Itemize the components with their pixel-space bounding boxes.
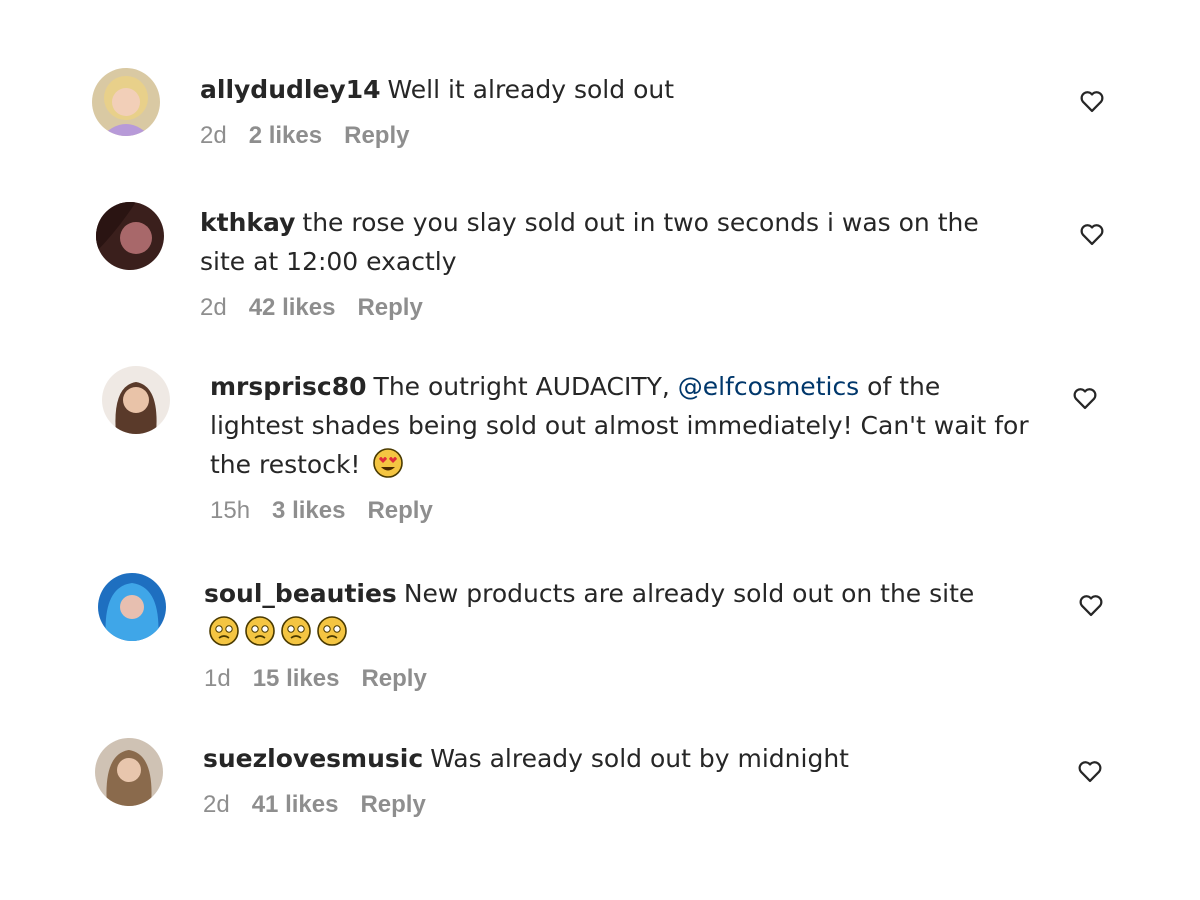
comment-time: 15h xyxy=(210,497,251,524)
comment-likes[interactable]: 2 likes xyxy=(249,122,322,149)
avatar[interactable] xyxy=(102,366,170,434)
comment-time: 2d xyxy=(200,122,227,149)
pleading-face-emoji xyxy=(208,615,240,647)
comment-likes[interactable]: 41 likes xyxy=(252,791,339,818)
reply-button[interactable]: Reply xyxy=(344,122,409,149)
heart-outline-icon[interactable] xyxy=(1078,87,1106,115)
comment-username[interactable]: kthkay xyxy=(200,208,295,237)
comment-likes[interactable]: 3 likes xyxy=(272,497,345,524)
comment-meta: 2d 41 likes Reply xyxy=(203,790,1033,820)
heart-eyes-emoji xyxy=(372,447,404,479)
avatar[interactable] xyxy=(98,573,166,641)
mention-link[interactable]: @elfcosmetics xyxy=(678,372,859,401)
comment-username[interactable]: soul_beauties xyxy=(204,579,397,608)
heart-outline-icon[interactable] xyxy=(1076,757,1104,785)
avatar[interactable] xyxy=(96,202,164,270)
comment-username[interactable]: suezlovesmusic xyxy=(203,744,423,773)
reply-button[interactable]: Reply xyxy=(367,497,432,524)
comment-body: New products are already sold out on the… xyxy=(403,579,975,608)
pleading-face-emoji xyxy=(280,615,312,647)
comment-text: suezlovesmusic Was already sold out by mi… xyxy=(203,739,1033,778)
avatar[interactable] xyxy=(92,68,160,136)
comment-meta: 2d 2 likes Reply xyxy=(200,121,1030,151)
comment-body: Was already sold out by midnight xyxy=(430,744,849,773)
comment-meta: 2d 42 likes Reply xyxy=(200,293,1030,323)
pleading-face-emoji xyxy=(244,615,276,647)
comment-text: soul_beauties New products are already so… xyxy=(204,574,1034,652)
avatar[interactable] xyxy=(95,738,163,806)
comment-text: allydudley14 Well it already sold out xyxy=(200,70,1030,109)
heart-outline-icon[interactable] xyxy=(1071,384,1099,412)
comment-likes[interactable]: 15 likes xyxy=(253,665,340,692)
heart-outline-icon[interactable] xyxy=(1078,220,1106,248)
pleading-face-emoji xyxy=(316,615,348,647)
comment-username[interactable]: allydudley14 xyxy=(200,75,381,104)
comment-time: 2d xyxy=(200,294,227,321)
comment-list: allydudley14 Well it already sold out 2d 2… xyxy=(0,0,1200,900)
reply-button[interactable]: Reply xyxy=(357,294,422,321)
comment-body: Well it already sold out xyxy=(387,75,675,104)
comment-time: 1d xyxy=(204,665,231,692)
comment-meta: 15h 3 likes Reply xyxy=(210,496,1040,526)
heart-outline-icon[interactable] xyxy=(1077,591,1105,619)
reply-button[interactable]: Reply xyxy=(361,665,426,692)
comment-meta: 1d 15 likes Reply xyxy=(204,664,1034,694)
comment-body: The outright AUDACITY, xyxy=(373,372,678,401)
comment-time: 2d xyxy=(203,791,230,818)
comment-username[interactable]: mrsprisc80 xyxy=(210,372,367,401)
comment-text: kthkay the rose you slay sold out in two … xyxy=(200,203,1030,281)
comment-likes[interactable]: 42 likes xyxy=(249,294,336,321)
reply-button[interactable]: Reply xyxy=(360,791,425,818)
comment-text: mrsprisc80 The outright AUDACITY, @elfcos… xyxy=(210,367,1040,484)
comment-body: the rose you slay sold out in two second… xyxy=(200,208,979,276)
